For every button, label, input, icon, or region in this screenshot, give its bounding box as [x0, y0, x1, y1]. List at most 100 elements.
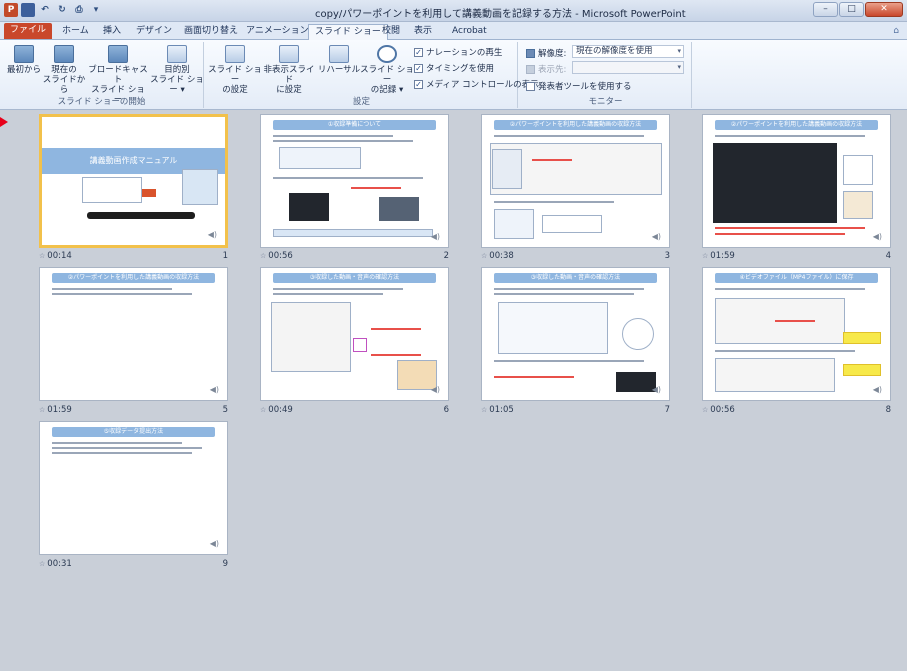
ribbon: 最初から 現在の スライドから ブロードキャスト スライド ショー 目的別 スラ… — [0, 40, 907, 110]
custom-slideshow-icon — [167, 45, 187, 63]
slide-meta-9: ☆ 00:31 9 — [39, 559, 228, 569]
slide-thumbnail-8[interactable]: ④ビデオファイル（MP4ファイル）に保存 ◀) — [702, 267, 891, 401]
window-controls: – □ ✕ — [813, 2, 903, 17]
tab-insert[interactable]: 挿入 — [97, 24, 127, 40]
slide-meta-7: ☆ 01:05 7 — [481, 405, 670, 415]
maximize-button[interactable]: □ — [839, 2, 864, 17]
slide-title: ②パワーポイントを利用した講義動画の収録方法 — [494, 120, 657, 130]
slide-title: ①収録準備について — [273, 120, 436, 130]
slide-thumbnail-4[interactable]: ②パワーポイントを利用した講義動画の収録方法 ◀) — [702, 114, 891, 248]
ribbon-tabs: ファイル ホーム 挿入 デザイン 画面切り替え アニメーション スライド ショー… — [0, 22, 907, 40]
slide-title: ②パワーポイントを利用した講義動画の収録方法 — [715, 120, 878, 130]
transition-icon: ☆ — [702, 406, 709, 414]
transition-icon: ☆ — [481, 252, 488, 260]
presenter-view-checkbox[interactable]: 発表者ツールを使用する — [526, 80, 632, 92]
setup-slideshow-button[interactable]: スライド ショー の設定 — [208, 45, 262, 95]
transition-icon: ☆ — [39, 560, 46, 568]
chevron-down-icon: ▾ — [677, 47, 681, 55]
slide-thumbnail-1[interactable]: 講義動画作成マニュアル ◀) — [39, 114, 228, 248]
speaker-icon: ◀) — [209, 385, 219, 394]
transition-icon: ☆ — [39, 252, 46, 260]
transition-icon: ☆ — [260, 252, 267, 260]
speaker-icon: ◀) — [207, 230, 217, 239]
undo-icon[interactable]: ↶ — [38, 3, 52, 17]
slide-meta-5: ☆ 01:59 5 — [39, 405, 228, 415]
group-monitors: 解像度: 現在の解像度を使用 ▾ 表示先: ▾ 発表者ツールを使用する モニター — [520, 42, 692, 108]
speaker-icon: ◀) — [430, 385, 440, 394]
transition-icon: ☆ — [481, 406, 488, 414]
print-icon[interactable]: ⎙ — [72, 3, 86, 17]
speaker-icon: ◀) — [430, 232, 440, 241]
help-icon[interactable]: ⌂ — [893, 26, 899, 36]
quick-access-toolbar: P ↶ ↻ ⎙ ▾ — [4, 3, 103, 17]
slide-title: ②パワーポイントを利用した講義動画の収録方法 — [52, 273, 215, 283]
slide-title: ④ビデオファイル（MP4ファイル）に保存 — [715, 273, 878, 283]
tab-transitions[interactable]: 画面切り替え — [178, 24, 244, 40]
slide-meta-6: ☆ 00:49 6 — [260, 405, 449, 415]
tab-acrobat[interactable]: Acrobat — [446, 24, 493, 40]
play-narrations-checkbox[interactable]: ✓ ナレーションの再生 — [414, 46, 502, 58]
slide-thumbnail-2[interactable]: ①収録準備について ◀) — [260, 114, 449, 248]
slide-thumbnail-5[interactable]: ②パワーポイントを利用した講義動画の収録方法 ◀) — [39, 267, 228, 401]
speaker-icon: ◀) — [209, 539, 219, 548]
from-current-slide-button[interactable]: 現在の スライドから — [42, 45, 86, 95]
slideshow-current-icon — [54, 45, 74, 63]
show-on-dropdown[interactable]: ▾ — [572, 61, 684, 74]
resolution-icon — [526, 48, 535, 58]
customize-qat-icon[interactable]: ▾ — [89, 3, 103, 17]
slide-thumbnail-6[interactable]: ③収録した動画・音声の確認方法 ◀) — [260, 267, 449, 401]
speaker-icon: ◀) — [651, 232, 661, 241]
checkbox-unchecked-icon — [526, 81, 535, 91]
redo-icon[interactable]: ↻ — [55, 3, 69, 17]
record-clock-icon — [377, 45, 397, 63]
slide-thumbnail-9[interactable]: ⑤収録データ提出方法 ◀) — [39, 421, 228, 555]
slide-meta-2: ☆ 00:56 2 — [260, 251, 449, 261]
from-beginning-button[interactable]: 最初から — [2, 45, 46, 75]
slide-title: ③収録した動画・音声の確認方法 — [494, 273, 657, 283]
setup-icon — [225, 45, 245, 63]
rehearse-icon — [329, 45, 349, 63]
group-label-setup: 設定 — [352, 97, 370, 107]
chevron-down-icon: ▾ — [677, 63, 681, 71]
resolution-dropdown[interactable]: 現在の解像度を使用 ▾ — [572, 45, 684, 58]
speaker-icon: ◀) — [872, 232, 882, 241]
transition-icon: ☆ — [39, 406, 46, 414]
record-slideshow-button[interactable]: スライド ショー の記録 ▾ — [360, 45, 414, 95]
slideshow-start-icon — [14, 45, 34, 63]
use-timings-checkbox[interactable]: ✓ タイミングを使用 — [414, 62, 494, 74]
custom-slideshow-button[interactable]: 目的別 スライド ショー ▾ — [150, 45, 204, 95]
transition-icon: ☆ — [702, 252, 709, 260]
slide-title: ③収録した動画・音声の確認方法 — [273, 273, 436, 283]
slide-meta-8: ☆ 00:56 8 — [702, 405, 891, 415]
tab-animations[interactable]: アニメーション — [240, 24, 315, 40]
group-label-start: スライド ショーの開始 — [57, 97, 146, 107]
resolution-label: 解像度: — [526, 47, 566, 59]
save-icon[interactable] — [21, 3, 35, 17]
rehearse-timings-button[interactable]: リハーサル — [316, 45, 362, 75]
tab-design[interactable]: デザイン — [130, 24, 178, 40]
powerpoint-app-icon[interactable]: P — [4, 3, 18, 17]
tab-review[interactable]: 校閲 — [376, 24, 406, 40]
tab-view[interactable]: 表示 — [408, 24, 438, 40]
tab-file[interactable]: ファイル — [4, 23, 53, 39]
close-button[interactable]: ✕ — [865, 2, 903, 17]
minimize-button[interactable]: – — [813, 2, 838, 17]
title-bar: P ↶ ↻ ⎙ ▾ copy/パワーポイントを利用して講義動画を記録する方法 -… — [0, 0, 907, 22]
slide-thumbnail-7[interactable]: ③収録した動画・音声の確認方法 ◀) — [481, 267, 670, 401]
slide-title: ⑤収録データ提出方法 — [52, 427, 215, 437]
slide-thumbnail-3[interactable]: ②パワーポイントを利用した講義動画の収録方法 ◀) — [481, 114, 670, 248]
monitor-icon — [526, 64, 535, 74]
group-label-monitors: モニター — [588, 97, 623, 107]
show-on-label: 表示先: — [526, 63, 566, 75]
hide-slide-button[interactable]: 非表示スライド に設定 — [262, 45, 316, 95]
transition-icon: ☆ — [260, 406, 267, 414]
hide-slide-icon — [279, 45, 299, 63]
window-title: copy/パワーポイントを利用して講義動画を記録する方法 - Microsoft… — [315, 9, 686, 20]
tab-home[interactable]: ホーム — [56, 24, 95, 40]
speaker-icon: ◀) — [872, 385, 882, 394]
checkbox-checked-icon: ✓ — [414, 47, 423, 57]
group-setup: スライド ショー の設定 非表示スライド に設定 リハーサル スライド ショー … — [206, 42, 539, 108]
speaker-icon: ◀) — [651, 385, 661, 394]
checkbox-checked-icon: ✓ — [414, 63, 423, 73]
red-arrow-marker — [0, 117, 8, 127]
